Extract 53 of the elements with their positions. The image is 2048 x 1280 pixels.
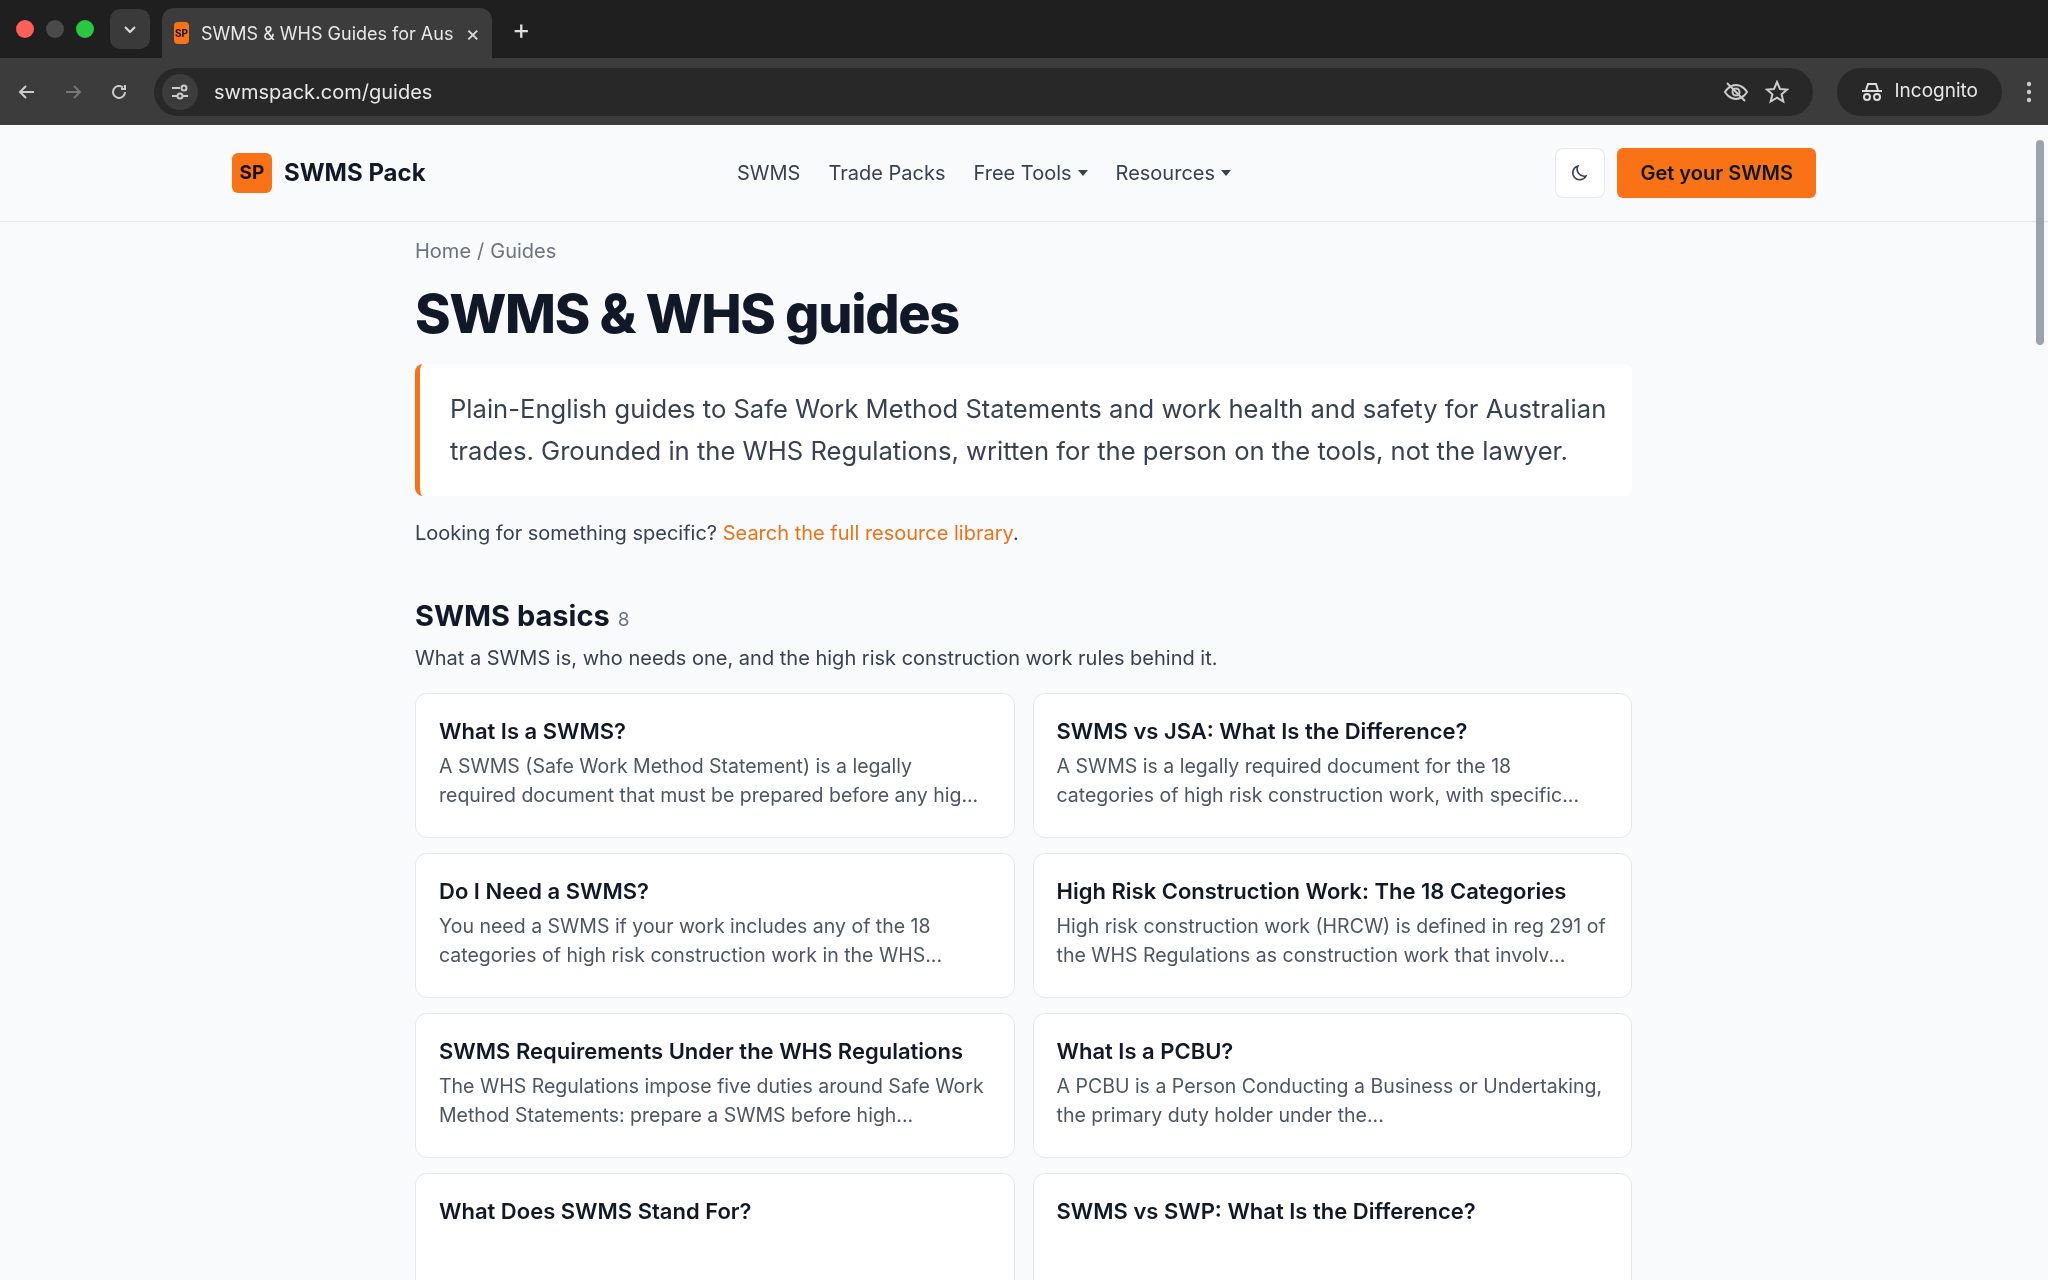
new-tab-button[interactable]: +: [512, 8, 531, 50]
guide-excerpt: High risk construction work (HRCW) is defined in reg 291 of the WHS Regulations as construction work that involv...: [1056, 913, 1607, 969]
theme-toggle-button[interactable]: [1555, 148, 1606, 198]
section-title: SWMS basics: [415, 596, 610, 635]
url-text: swmspack.com/guides: [214, 78, 434, 106]
nav-link[interactable]: Trade Packs: [828, 158, 946, 188]
guide-card[interactable]: SWMS vs JSA: What Is the Difference? A SWMS is a legally required document for the 18 categories of high risk construction work, with specific...: [1032, 693, 1632, 838]
maximize-window-icon[interactable]: [76, 20, 94, 38]
incognito-icon: [1860, 81, 1883, 102]
logo-text[interactable]: SWMS Pack: [284, 155, 426, 191]
guide-excerpt: The WHS Regulations impose five duties around Safe Work Method Statements: prepare a SWMS before high...: [439, 1073, 985, 1129]
breadcrumb-link[interactable]: Guides: [490, 236, 557, 266]
guide-title: What Does SWMS Stand For?: [439, 1197, 753, 1226]
section-description: What a SWMS is, who needs one, and the high risk construction work rules behind it.: [415, 645, 1219, 672]
guide-title: High Risk Construction Work: The 18 Categories: [1056, 877, 1568, 906]
tab-title: SWMS & WHS Guides for Aus: [201, 21, 454, 46]
breadcrumb-link[interactable]: Home: [415, 236, 472, 266]
guide-title: What Is a PCBU?: [1056, 1037, 1235, 1066]
guide-excerpt: A PCBU is a Person Conducting a Business or Undertaking, the primary duty holder under the...: [1056, 1073, 1604, 1129]
guide-card[interactable]: High Risk Construction Work: The 18 Categories High risk construction work (HRCW) is defined in reg 291 of the WHS Regulations as construction work that involv...: [1032, 853, 1632, 998]
address-bar[interactable]: swmspack.com/guides: [154, 67, 1813, 116]
guide-card[interactable]: SWMS Requirements Under the WHS Regulations The WHS Regulations impose five duties around Safe Work Method Statements: prepare a SWMS before high...: [415, 1013, 1015, 1158]
guide-card[interactable]: SWMS vs SWP: What Is the Difference?: [1032, 1173, 1632, 1280]
guide-card[interactable]: Do I Need a SWMS? You need a SWMS if your work includes any of the 18 categories of high risk construction work in the WHS...: [415, 853, 1015, 998]
guide-title: SWMS vs SWP: What Is the Difference?: [1056, 1197, 1477, 1226]
guide-card[interactable]: What Does SWMS Stand For?: [415, 1173, 1015, 1280]
article-count: 8: [617, 606, 630, 633]
logo-icon[interactable]: SP: [232, 153, 272, 193]
page-title: SWMS & WHS guides: [415, 280, 960, 348]
guide-card[interactable]: What Is a PCBU? A PCBU is a Person Conducting a Business or Undertaking, the primary duty holder under the...: [1032, 1013, 1632, 1158]
get-swms-button[interactable]: Get your SWMS: [1617, 148, 1816, 198]
search-note: Looking for something specific? Search the full resource library.: [415, 519, 1020, 547]
browser-tab[interactable]: SP SWMS & WHS Guides for Aus ×: [162, 8, 492, 58]
favicon-icon: SP: [174, 22, 190, 44]
guide-excerpt: A SWMS is a legally required document for the 18 categories of high risk construction work, with specific...: [1056, 753, 1581, 809]
guide-card[interactable]: What Is a SWMS? A SWMS (Safe Work Method Statement) is a legally required document that must be prepared before any hig...: [415, 693, 1015, 838]
guide-title: SWMS vs JSA: What Is the Difference?: [1056, 717, 1469, 746]
nav-link[interactable]: SWMS: [737, 158, 801, 188]
close-tab-button[interactable]: ×: [465, 16, 480, 50]
eye-slash-icon[interactable]: [1722, 80, 1749, 103]
guide-title: SWMS Requirements Under the WHS Regulations: [439, 1037, 965, 1066]
guide-excerpt: You need a SWMS if your work includes any of the 18 categories of high risk construction work in the WHS...: [439, 913, 943, 969]
star-icon[interactable]: [1764, 79, 1789, 104]
intro-callout: Plain-English guides to Safe Work Method Statements and work health and safety for Australian trades. Grounded in the WHS Regulations, written for the person on the tools, not the lawyer.: [415, 363, 1632, 496]
more-menu-icon[interactable]: [2026, 80, 2032, 103]
close-window-icon[interactable]: [16, 20, 34, 38]
breadcrumb-separator: /: [477, 238, 485, 265]
incognito-button[interactable]: Incognito: [1836, 67, 2002, 116]
guide-excerpt: A SWMS (Safe Work Method Statement) is a legally required document that must be prepared before any hig...: [439, 753, 980, 809]
site-settings-icon[interactable]: [162, 73, 198, 110]
scrollbar-thumb[interactable]: [2036, 140, 2044, 345]
guide-title: What Is a SWMS?: [439, 717, 628, 746]
guide-title: Do I Need a SWMS?: [439, 877, 650, 906]
